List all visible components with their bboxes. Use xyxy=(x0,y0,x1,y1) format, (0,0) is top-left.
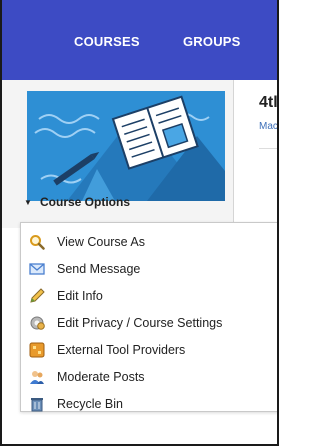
menu-item-label: Moderate Posts xyxy=(57,370,145,384)
recycle-bin-icon xyxy=(29,396,45,412)
divider xyxy=(259,148,277,149)
nav-courses-link[interactable]: COURSES xyxy=(74,34,140,49)
nav-groups-link[interactable]: GROUPS xyxy=(183,34,241,49)
caret-down-icon: ▼ xyxy=(24,198,32,207)
users-icon xyxy=(29,369,45,385)
course-title: 4tl xyxy=(259,94,278,111)
envelope-icon xyxy=(29,261,45,277)
magnifier-icon xyxy=(29,234,45,250)
course-options-toggle[interactable]: Course Options xyxy=(40,195,130,209)
menu-item-external-tool-providers[interactable]: External Tool Providers xyxy=(21,336,277,364)
top-navbar: COURSES GROUPS xyxy=(2,0,277,80)
menu-item-moderate-posts[interactable]: Moderate Posts xyxy=(21,363,277,391)
menu-item-label: View Course As xyxy=(57,235,146,249)
course-options-menu: View Course As Send Message Edit Info Ed… xyxy=(20,222,277,412)
puzzle-icon xyxy=(29,342,45,358)
course-subtitle-link[interactable]: Mac xyxy=(259,121,277,132)
open-book-illustration xyxy=(27,91,225,201)
app-frame: COURSES GROUPS ▼ Course Options 4tl Mac … xyxy=(0,0,279,446)
course-sidebar: ▼ Course Options xyxy=(2,80,234,228)
course-banner-image xyxy=(27,91,225,201)
menu-item-label: Edit Privacy / Course Settings xyxy=(57,316,223,330)
menu-item-label: Edit Info xyxy=(57,289,103,303)
menu-item-label: Recycle Bin xyxy=(57,397,123,411)
menu-item-send-message[interactable]: Send Message xyxy=(21,255,277,283)
menu-item-label: External Tool Providers xyxy=(57,343,186,357)
menu-item-edit-info[interactable]: Edit Info xyxy=(21,282,277,310)
menu-item-recycle-bin[interactable]: Recycle Bin xyxy=(21,390,277,418)
gear-icon xyxy=(29,315,45,331)
menu-item-label: Send Message xyxy=(57,262,141,276)
menu-item-view-course-as[interactable]: View Course As xyxy=(21,228,277,256)
menu-item-edit-privacy-course-settings[interactable]: Edit Privacy / Course Settings xyxy=(21,309,277,337)
main-content: 4tl Mac xyxy=(235,80,277,230)
pencil-icon xyxy=(29,288,45,304)
